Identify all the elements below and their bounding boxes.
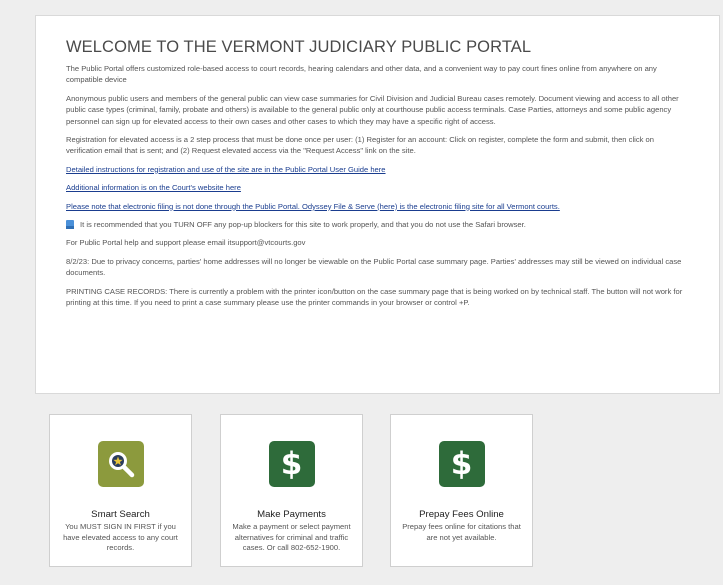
- info-note-icon: [66, 220, 74, 230]
- registration-paragraph: Registration for elevated access is a 2 …: [66, 135, 654, 156]
- smart-search-title: Smart Search: [91, 509, 150, 520]
- intro-paragraph: The Public Portal offers customized role…: [66, 64, 657, 85]
- make-payments-description: Make a payment or select payment alterna…: [232, 522, 351, 552]
- smart-search-description: You MUST SIGN IN FIRST if you have eleva…: [63, 522, 178, 552]
- page-title: WELCOME TO THE VERMONT JUDICIARY PUBLIC …: [66, 38, 532, 56]
- dollar-glyph: $: [450, 445, 473, 482]
- magnifier-icon: [97, 441, 144, 487]
- prepay-fees-description: Prepay fees online for citations that ar…: [402, 522, 521, 542]
- popup-blocker-text: It is recommended that you TURN OFF any …: [80, 220, 526, 230]
- welcome-panel: WELCOME TO THE VERMONT JUDICIARY PUBLIC …: [35, 15, 720, 394]
- court-website-link[interactable]: Additional information is on the Court's…: [66, 182, 689, 193]
- prepay-fees-tile[interactable]: $ Prepay Fees Online Prepay fees online …: [390, 414, 533, 567]
- smart-search-tile[interactable]: Smart Search You MUST SIGN IN FIRST if y…: [49, 414, 192, 567]
- support-text: For Public Portal help and support pleas…: [66, 238, 306, 248]
- make-payments-title: Make Payments: [257, 509, 326, 520]
- dollar-icon: $: [438, 441, 485, 487]
- efiling-link[interactable]: Please note that electronic filing is no…: [66, 201, 689, 212]
- dollar-icon: $: [268, 441, 315, 487]
- user-guide-link[interactable]: Detailed instructions for registration a…: [66, 164, 689, 175]
- popup-blocker-note: It is recommended that you TURN OFF any …: [66, 219, 689, 230]
- printing-notice: PRINTING CASE RECORDS: There is currentl…: [66, 286, 683, 308]
- access-paragraph: Anonymous public users and members of th…: [66, 93, 679, 126]
- dollar-glyph: $: [280, 445, 303, 482]
- make-payments-tile[interactable]: $ Make Payments Make a payment or select…: [220, 414, 363, 567]
- privacy-notice: 8/2/23: Due to privacy concerns, parties…: [66, 256, 682, 278]
- prepay-fees-title: Prepay Fees Online: [419, 509, 504, 520]
